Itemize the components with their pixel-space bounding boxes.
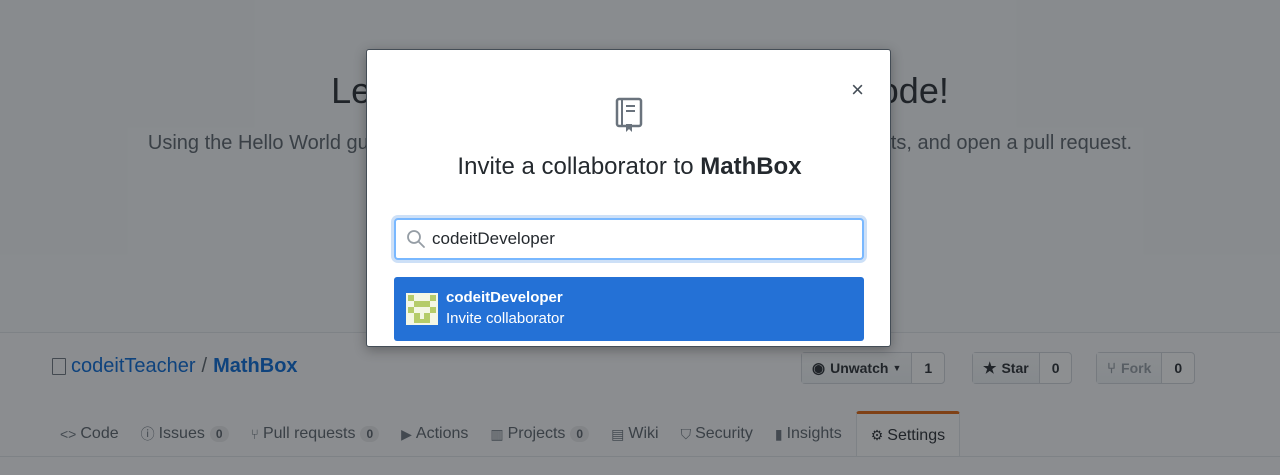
dialog-title-repo: MathBox bbox=[700, 153, 802, 180]
close-icon[interactable]: × bbox=[851, 79, 864, 101]
collaborator-search-input[interactable] bbox=[432, 229, 832, 249]
suggestion-action: Invite collaborator bbox=[446, 310, 565, 327]
invite-collaborator-dialog: × Invite a collaborator to MathBox codei… bbox=[366, 49, 891, 347]
search-icon bbox=[407, 230, 425, 248]
avatar bbox=[406, 293, 438, 325]
repo-icon bbox=[615, 97, 643, 132]
suggestion-username: codeitDeveloper bbox=[446, 289, 563, 306]
collaborator-search-box bbox=[394, 218, 864, 260]
autocomplete-suggestion[interactable]: codeitDeveloper Invite collaborator bbox=[394, 277, 864, 341]
suggestion-text: codeitDeveloper Invite collaborator bbox=[446, 288, 564, 330]
dialog-title-prefix: Invite a collaborator to bbox=[457, 153, 694, 180]
dialog-title: Invite a collaborator to MathBox bbox=[367, 153, 892, 181]
